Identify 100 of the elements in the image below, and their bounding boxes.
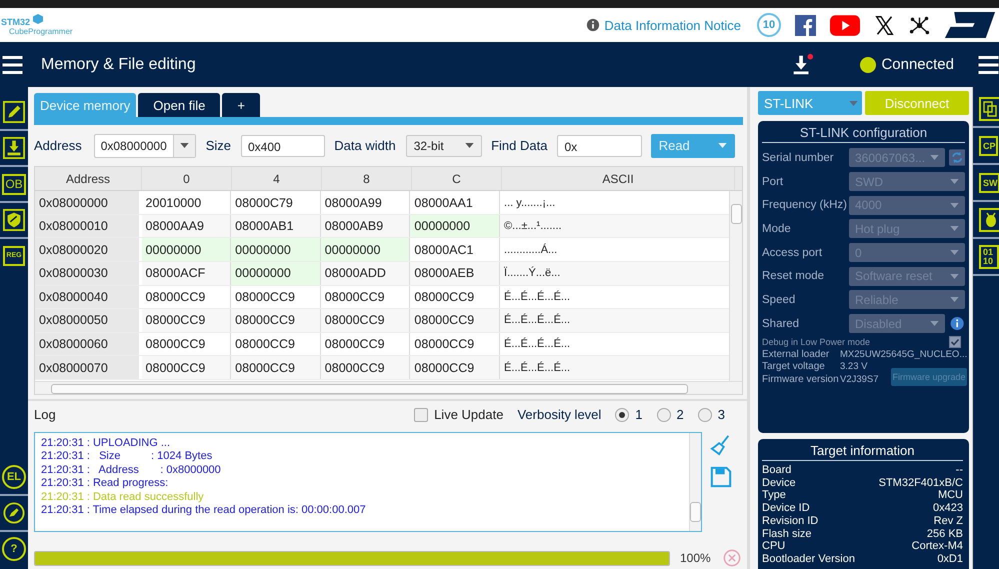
menu-icon[interactable] bbox=[2, 56, 23, 74]
scrollbar[interactable] bbox=[729, 191, 742, 381]
live-update-checkbox[interactable]: Live Update bbox=[414, 407, 504, 422]
field-label: Find Data bbox=[491, 138, 548, 154]
tab[interactable]: Open file bbox=[138, 93, 220, 117]
caret-icon bbox=[930, 321, 939, 326]
info-value: Rev Z bbox=[934, 514, 963, 528]
verbosity-radio[interactable]: 3 bbox=[698, 407, 725, 422]
broom-icon[interactable] bbox=[710, 434, 732, 456]
sidebar-item[interactable]: EL bbox=[2, 465, 26, 489]
address-cell: 0x08000020 bbox=[35, 238, 142, 261]
low-power-label: Debug in Low Power mode bbox=[762, 337, 870, 347]
video-play-icon[interactable] bbox=[830, 14, 860, 36]
download-icon[interactable] bbox=[3, 137, 25, 159]
table-cell: 08000CC9 bbox=[320, 356, 410, 379]
table-cell: 00000000 bbox=[320, 238, 410, 261]
sidebar-item[interactable]: ? bbox=[2, 537, 26, 561]
field-label: Frequency (kHz) bbox=[762, 199, 847, 212]
info-label: CPU bbox=[762, 540, 786, 553]
data-width-select[interactable]: 32-bit bbox=[406, 134, 482, 157]
table-cell: 08000CC9 bbox=[231, 356, 321, 379]
table-cell: 08000CC9 bbox=[410, 286, 500, 308]
refresh-icon[interactable] bbox=[948, 149, 965, 166]
info-label: External loader bbox=[762, 348, 830, 361]
ascii-cell-text: É...É...É...É... bbox=[503, 336, 572, 352]
shield-icon[interactable] bbox=[3, 209, 25, 231]
save-icon[interactable] bbox=[710, 466, 732, 488]
caret-icon bbox=[950, 250, 959, 256]
info-label: Device ID bbox=[762, 502, 810, 515]
address-cell: 0x08000060 bbox=[35, 332, 142, 356]
ascii-cell-text: É...É...É...É... bbox=[503, 312, 572, 328]
bug-icon[interactable] bbox=[979, 208, 999, 232]
table-cell: 08000C79 bbox=[231, 191, 321, 214]
table-cell: 08000CC9 bbox=[142, 332, 232, 356]
info-label: Bootloader Version bbox=[762, 552, 855, 566]
sidebar-item[interactable]: CP bbox=[979, 136, 998, 156]
info-value: 3.23 V bbox=[840, 361, 868, 374]
address-field[interactable]: 0x08000000 bbox=[94, 134, 196, 158]
info-value: STM32F401xB/C bbox=[878, 476, 963, 490]
caret-icon bbox=[930, 155, 939, 160]
network-icon[interactable] bbox=[909, 14, 930, 36]
sidebar-item[interactable]: OB bbox=[2, 174, 26, 194]
address-cell: 0x08000010 bbox=[35, 214, 142, 238]
edit-icon[interactable] bbox=[3, 101, 25, 123]
field-label: Serial number bbox=[762, 152, 835, 164]
info-value: 0xD1 bbox=[937, 552, 963, 566]
column-header: Address bbox=[35, 167, 142, 190]
info-label: Target voltage bbox=[762, 361, 826, 374]
field-label: Access port bbox=[762, 246, 824, 259]
size-field[interactable]: 0x400 bbox=[241, 134, 326, 157]
menu-icon[interactable] bbox=[978, 56, 999, 74]
table-cell: 08000CC9 bbox=[142, 286, 232, 308]
facebook-icon[interactable] bbox=[795, 14, 816, 36]
data-notice-link[interactable]: Data Information Notice bbox=[586, 18, 741, 32]
sidebar-item[interactable]: SW bbox=[979, 172, 999, 192]
field-label: Reset mode bbox=[762, 270, 826, 282]
verbosity-radio[interactable]: 1 bbox=[615, 407, 643, 422]
tab[interactable]: + bbox=[222, 93, 260, 117]
x-icon[interactable] bbox=[874, 14, 895, 36]
info-value: MX25UW25645G_NUCLEO... bbox=[840, 348, 968, 361]
verbosity-radio[interactable]: 2 bbox=[656, 407, 684, 422]
table-cell: 08000CC9 bbox=[410, 332, 500, 356]
table-cell: 08000CC9 bbox=[231, 332, 321, 356]
table-cell: 08000CC9 bbox=[320, 286, 410, 308]
caret-icon bbox=[849, 100, 858, 106]
verbosity-label: Verbosity level bbox=[517, 407, 602, 422]
info-label: Revision ID bbox=[762, 514, 818, 528]
ascii-cell-text: ©...±...¹....... bbox=[503, 219, 563, 234]
low-power-checkbox[interactable] bbox=[949, 336, 961, 348]
log-line: 21:20:31 : Address : 0x8000000 bbox=[41, 464, 222, 478]
pen-icon[interactable] bbox=[3, 502, 25, 524]
log-line: 21:20:31 : Read progress: bbox=[41, 477, 170, 491]
find-data-field[interactable]: 0x bbox=[557, 134, 642, 157]
info-icon[interactable] bbox=[948, 315, 965, 332]
scrollbar[interactable] bbox=[35, 380, 742, 394]
column-header: ASCII bbox=[502, 167, 735, 190]
ascii-cell-text: É...É...É...É... bbox=[503, 360, 572, 376]
log-line: 21:20:31 : Time elapsed during the read operation is: 00:00:00.007 bbox=[41, 504, 367, 518]
caret-icon bbox=[180, 143, 189, 148]
scrollbar[interactable] bbox=[689, 432, 701, 531]
info-label: Board bbox=[762, 464, 792, 477]
panel-title: ST-LINK configuration bbox=[762, 123, 965, 143]
table-cell: 08000A99 bbox=[320, 191, 410, 214]
sidebar-item[interactable]: 01 10 bbox=[979, 244, 999, 268]
table-cell: 08000CC9 bbox=[320, 309, 410, 332]
log-title: Log bbox=[34, 407, 56, 422]
pages-icon[interactable] bbox=[979, 96, 999, 120]
table-cell: 08000AC1 bbox=[410, 238, 500, 261]
field-label: Size bbox=[206, 138, 231, 154]
info-value: 0x423 bbox=[933, 502, 963, 515]
info-label: Flash size bbox=[762, 528, 812, 540]
caret-icon bbox=[465, 143, 474, 148]
field-label: Shared bbox=[762, 318, 800, 330]
address-cell: 0x08000000 bbox=[35, 191, 142, 214]
connection-status: Connected bbox=[881, 56, 954, 73]
column-header: C bbox=[412, 167, 502, 190]
progress-reading: 100% bbox=[680, 551, 711, 566]
info-label: Device bbox=[762, 476, 796, 490]
caret-icon bbox=[950, 226, 959, 232]
company-logo-icon[interactable] bbox=[944, 12, 996, 38]
